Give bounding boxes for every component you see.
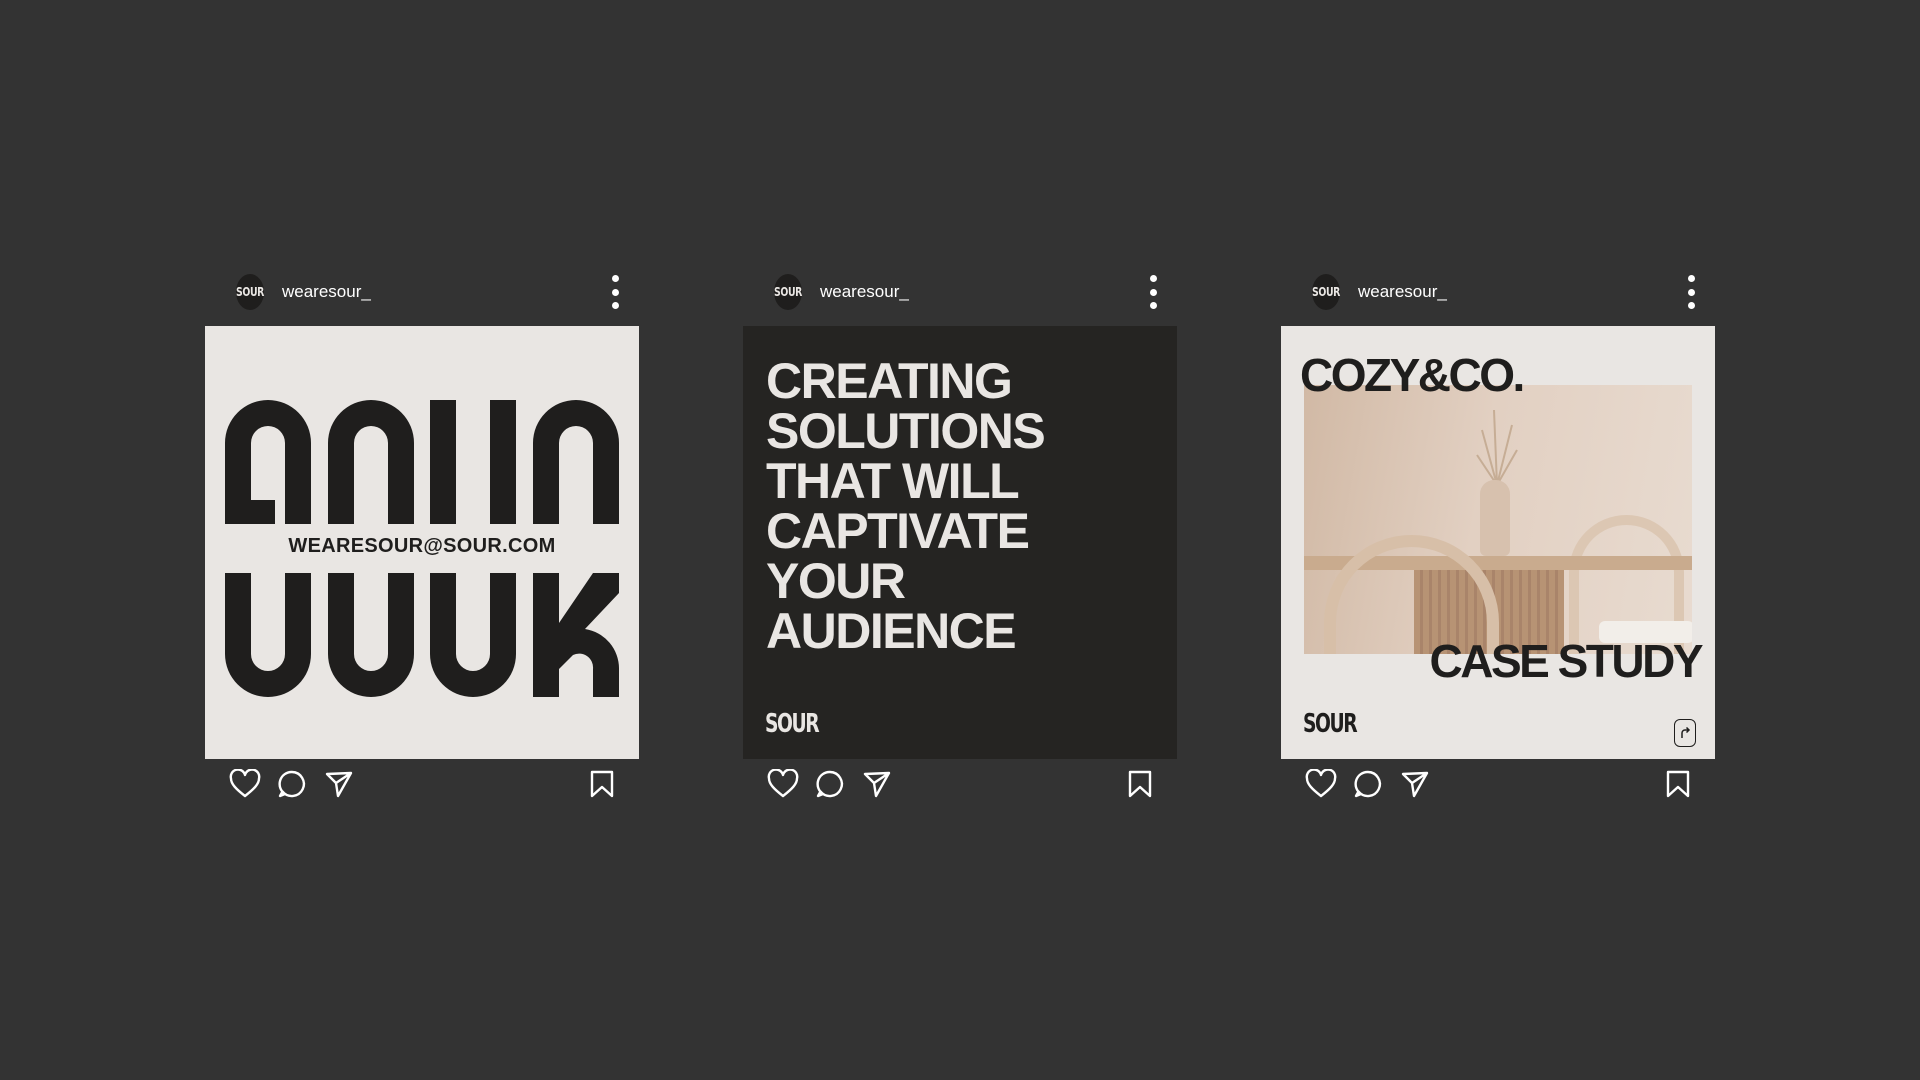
post-2: SOUR wearesour_ CREATING SOLUTIONS THAT … (743, 269, 1177, 819)
post-actions (205, 759, 639, 819)
headline-line: CREATING (766, 353, 1013, 409)
more-vertical-icon[interactable] (1147, 275, 1159, 309)
send-icon[interactable] (324, 769, 354, 799)
logo-glyph (327, 400, 414, 524)
headline: CREATING SOLUTIONS THAT WILL CAPTIVATE Y… (766, 356, 1146, 656)
logo-glyph (225, 573, 311, 697)
logo-glyph (225, 400, 311, 524)
bookmark-icon[interactable] (1127, 769, 1153, 799)
headline-line: YOUR (766, 553, 906, 609)
username[interactable]: wearesour_ (282, 282, 371, 302)
share-icon[interactable] (1674, 719, 1696, 747)
post-image: WEARESOUR@SOUR.COM (205, 326, 639, 759)
brand-logo: SOUR (1303, 709, 1358, 739)
case-study-label: CASE STUDY (1429, 635, 1704, 687)
post-image: CREATING SOLUTIONS THAT WILL CAPTIVATE Y… (743, 326, 1177, 759)
more-vertical-icon[interactable] (609, 275, 621, 309)
post-3: SOUR wearesour_ COZY&CO. CASE STUDY SOUR (1281, 269, 1715, 819)
brand-logo: SOUR (765, 709, 820, 739)
logo-glyph (532, 400, 619, 524)
logo-letters-top (225, 400, 619, 524)
email-address: WEARESOUR@SOUR.COM (288, 535, 556, 557)
logo-glyph (327, 573, 414, 697)
post-header: SOUR wearesour_ (743, 269, 1177, 315)
post-actions (1281, 759, 1715, 819)
headline-line: AUDIENCE (766, 603, 1017, 659)
logo-letters-bottom (225, 573, 619, 697)
avatar[interactable]: SOUR (773, 274, 802, 310)
post-image: COZY&CO. CASE STUDY SOUR (1281, 326, 1715, 759)
vase (1480, 480, 1510, 556)
headline-line: CAPTIVATE (766, 503, 1030, 559)
headline-line: THAT WILL (766, 453, 1020, 509)
heart-icon[interactable] (767, 769, 799, 799)
heart-icon[interactable] (229, 769, 261, 799)
bookmark-icon[interactable] (1665, 769, 1691, 799)
headline-line: SOLUTIONS (766, 403, 1046, 459)
post-actions (743, 759, 1177, 819)
canvas: SOUR wearesour_ WEARESOUR@SOUR.COM SOUR … (0, 0, 1920, 1080)
comment-icon[interactable] (815, 769, 845, 799)
username[interactable]: wearesour_ (1358, 282, 1447, 302)
comment-icon[interactable] (277, 769, 307, 799)
interior-photo (1304, 385, 1692, 654)
comment-icon[interactable] (1353, 769, 1383, 799)
logo-glyph (430, 573, 517, 697)
post-1: SOUR wearesour_ WEARESOUR@SOUR.COM (205, 269, 639, 819)
more-vertical-icon[interactable] (1685, 275, 1697, 309)
logo-glyph (532, 573, 619, 697)
client-title: COZY&CO. (1300, 349, 1525, 401)
send-icon[interactable] (1400, 769, 1430, 799)
logo-glyph (430, 400, 517, 524)
avatar[interactable]: SOUR (1311, 274, 1340, 310)
avatar[interactable]: SOUR (235, 274, 264, 310)
dried-flowers (1476, 409, 1518, 485)
post-header: SOUR wearesour_ (205, 269, 639, 315)
send-icon[interactable] (862, 769, 892, 799)
heart-icon[interactable] (1305, 769, 1337, 799)
bookmark-icon[interactable] (589, 769, 615, 799)
post-header: SOUR wearesour_ (1281, 269, 1715, 315)
username[interactable]: wearesour_ (820, 282, 909, 302)
